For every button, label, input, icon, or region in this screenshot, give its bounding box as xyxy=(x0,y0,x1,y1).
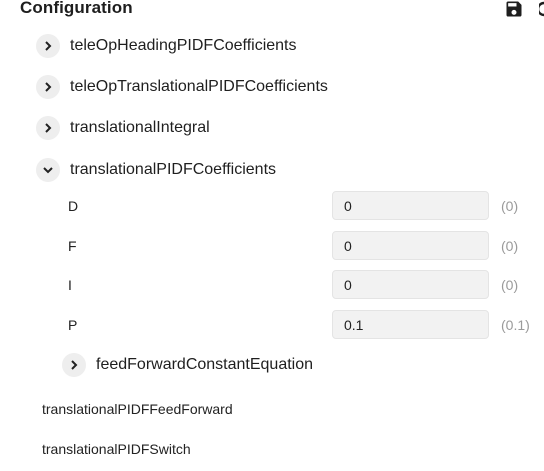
param-label-p: P xyxy=(68,317,78,333)
page-title: Configuration xyxy=(20,0,133,17)
param-default-f: (0) xyxy=(501,238,519,254)
tree-item-translational-integral[interactable]: translationalIntegral xyxy=(36,112,210,144)
chevron-right-icon[interactable] xyxy=(62,353,86,377)
param-label-f: F xyxy=(68,238,77,254)
param-default-i: (0) xyxy=(501,277,519,293)
save-icon[interactable] xyxy=(504,0,524,19)
param-input-f[interactable] xyxy=(332,231,489,260)
param-default-d: (0) xyxy=(501,198,519,214)
list-item-translational-pidf-switch[interactable]: translationalPIDFSwitch xyxy=(42,441,191,457)
chevron-down-icon[interactable] xyxy=(36,158,60,182)
tree-item-label: teleOpHeadingPIDFCoefficients xyxy=(70,37,297,54)
tree-item-translational-pidf[interactable]: translationalPIDFCoefficients xyxy=(36,154,276,186)
list-item-translational-pidf-feed-forward[interactable]: translationalPIDFFeedForward xyxy=(42,401,233,417)
param-input-p[interactable] xyxy=(332,310,489,339)
param-input-d[interactable] xyxy=(332,191,489,220)
tree-item-feed-forward-constant-equation[interactable]: feedForwardConstantEquation xyxy=(62,349,313,381)
param-label-d: D xyxy=(68,198,79,214)
tree-item-label: teleOpTranslationalPIDFCoefficients xyxy=(70,78,328,95)
tree-item-label: feedForwardConstantEquation xyxy=(96,356,314,373)
tree-item-label: translationalPIDFCoefficients xyxy=(70,161,277,178)
content-copy-icon[interactable] xyxy=(536,0,544,18)
param-default-p: (0.1) xyxy=(501,317,530,333)
chevron-right-icon[interactable] xyxy=(36,75,60,99)
tree-item-teleop-translational-pidf[interactable]: teleOpTranslationalPIDFCoefficients xyxy=(36,71,328,103)
param-input-i[interactable] xyxy=(332,270,489,299)
configuration-page: Configuration teleOpHeadingPIDFCoefficie… xyxy=(0,0,544,471)
tree-item-teleop-heading-pidf[interactable]: teleOpHeadingPIDFCoefficients xyxy=(36,30,297,62)
chevron-right-icon[interactable] xyxy=(36,116,60,140)
tree-item-label: translationalIntegral xyxy=(70,119,210,136)
param-label-i: I xyxy=(68,277,72,293)
header: Configuration xyxy=(0,0,544,20)
chevron-right-icon[interactable] xyxy=(36,34,60,58)
